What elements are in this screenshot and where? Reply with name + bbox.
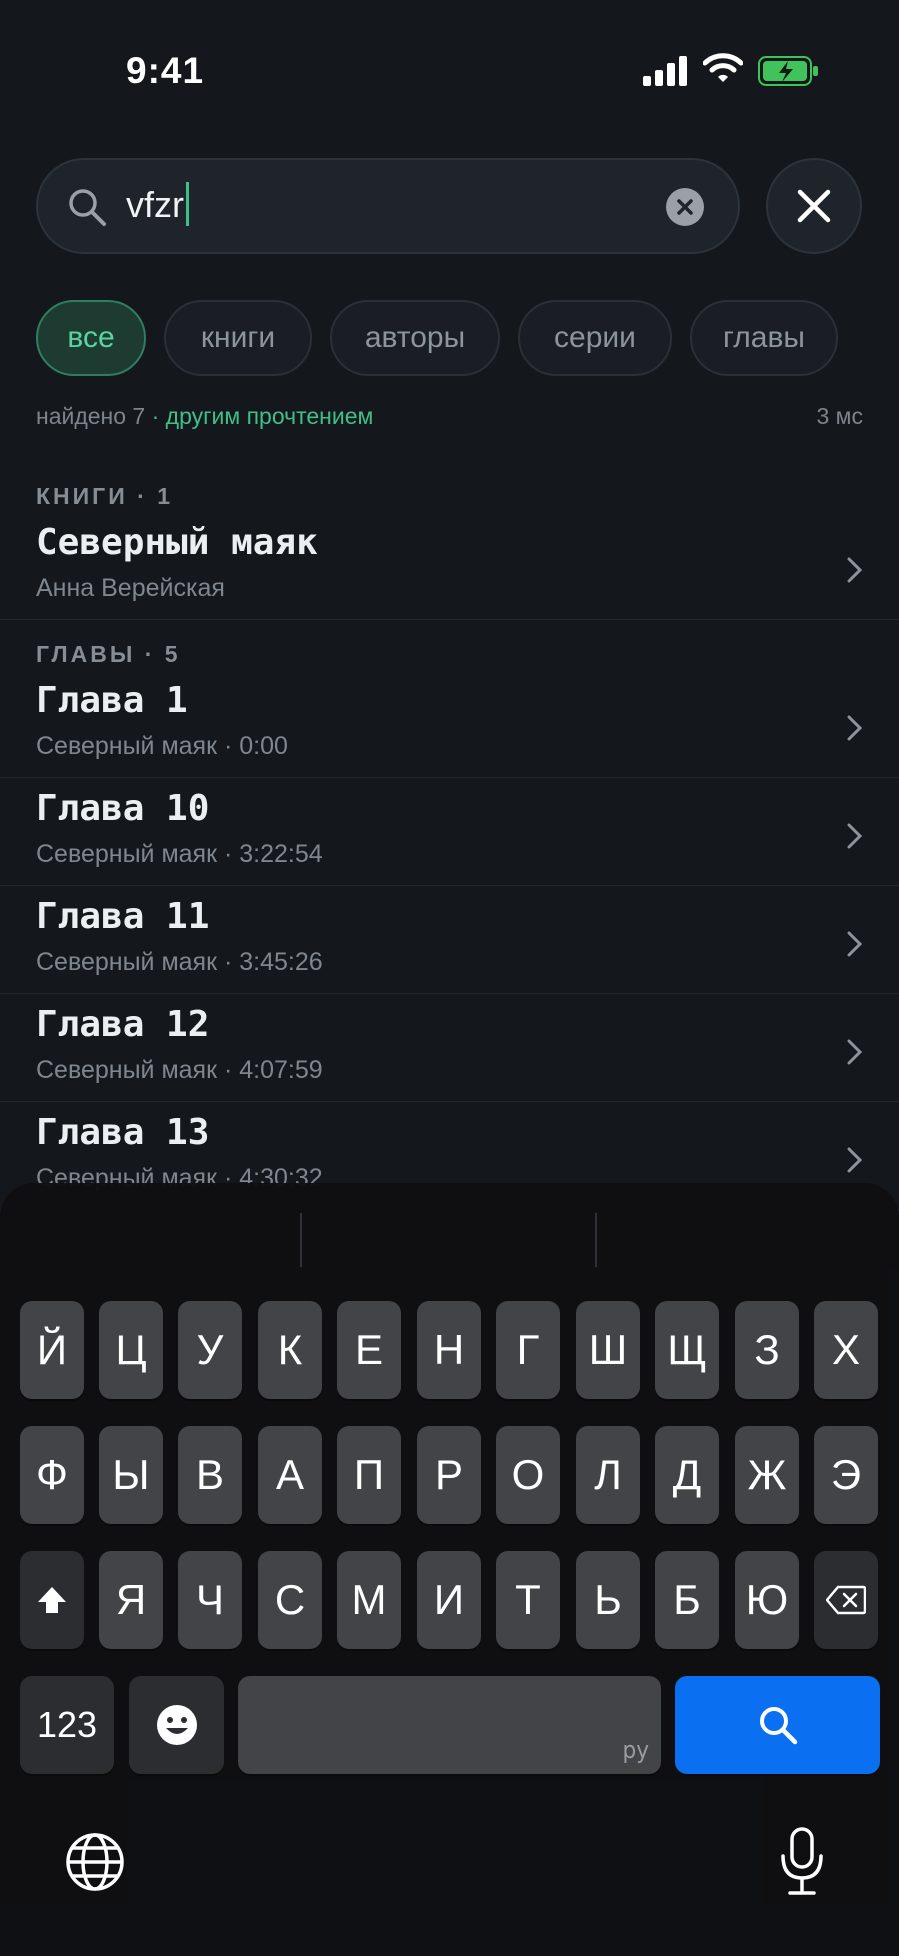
key[interactable]: Б — [655, 1551, 719, 1649]
filter-chip-series[interactable]: серии — [518, 300, 672, 376]
key[interactable]: Й — [20, 1301, 84, 1399]
close-icon — [797, 189, 831, 223]
result-row[interactable]: Глава 12 Северный маяк · 4:07:59 — [0, 994, 899, 1102]
result-title: Глава 10 — [36, 788, 210, 829]
key[interactable]: И — [417, 1551, 481, 1649]
backspace-key[interactable] — [814, 1551, 878, 1649]
key[interactable]: Н — [417, 1301, 481, 1399]
status-bar: 9:41 — [0, 0, 899, 140]
key[interactable]: Ш — [576, 1301, 640, 1399]
emoji-icon — [156, 1705, 197, 1745]
alt-reading-link[interactable]: · другим прочтением — [145, 403, 374, 429]
clear-circle-icon[interactable] — [666, 188, 704, 226]
search-icon — [759, 1707, 797, 1745]
key[interactable]: С — [258, 1551, 322, 1649]
key[interactable]: В — [178, 1426, 242, 1524]
key[interactable]: Ю — [735, 1551, 799, 1649]
key[interactable]: О — [496, 1426, 560, 1524]
keyboard: Й Ц У К Е Н Г Ш Щ З Х Ф Ы В А П Р О Л Д … — [0, 1183, 899, 1956]
result-title: Глава 13 — [36, 1112, 210, 1153]
key[interactable]: Щ — [655, 1301, 719, 1399]
text-caret — [186, 182, 189, 226]
chevron-right-icon — [847, 557, 863, 583]
result-row[interactable]: Глава 1 Северный маяк · 0:00 — [0, 670, 899, 778]
key[interactable]: З — [735, 1301, 799, 1399]
search-input[interactable]: vfzr — [126, 182, 189, 226]
key[interactable]: Х — [814, 1301, 878, 1399]
result-subtitle: Северный маяк · 3:22:54 — [36, 840, 323, 868]
shift-icon — [38, 1587, 66, 1613]
search-duration: 3 мс — [816, 403, 864, 429]
key[interactable]: К — [258, 1301, 322, 1399]
key[interactable]: М — [337, 1551, 401, 1649]
result-title: Глава 11 — [36, 896, 210, 937]
key[interactable]: Ч — [178, 1551, 242, 1649]
filter-chip-chapters[interactable]: главы — [690, 300, 838, 376]
signal-icon — [643, 56, 687, 86]
key[interactable]: Я — [99, 1551, 163, 1649]
results-meta: найдено 7 · другим прочтением 3 мс — [36, 403, 863, 430]
key[interactable]: Т — [496, 1551, 560, 1649]
result-subtitle: Северный маяк · 3:45:26 — [36, 948, 323, 976]
key[interactable]: Е — [337, 1301, 401, 1399]
search-field[interactable]: vfzr — [36, 158, 740, 254]
chevron-right-icon — [847, 1147, 863, 1173]
key[interactable]: Ж — [735, 1426, 799, 1524]
filter-chip-books[interactable]: книги — [164, 300, 312, 376]
result-title: Глава 1 — [36, 680, 188, 721]
key[interactable]: Э — [814, 1426, 878, 1524]
suggestion-divider — [300, 1213, 302, 1267]
chevron-right-icon — [847, 823, 863, 849]
result-row[interactable]: Северный маяк Анна Верейская — [0, 512, 899, 620]
key[interactable]: Ц — [99, 1301, 163, 1399]
battery-charging-icon — [758, 56, 818, 86]
close-search-button[interactable] — [766, 158, 862, 254]
result-subtitle: Северный маяк · 4:07:59 — [36, 1056, 323, 1084]
key[interactable]: Д — [655, 1426, 719, 1524]
chevron-right-icon — [847, 1039, 863, 1065]
section-header-chapters: ГЛАВЫ · 5 — [36, 641, 181, 667]
space-key[interactable]: ру — [238, 1676, 661, 1774]
globe-icon[interactable] — [64, 1831, 126, 1893]
section-header-books: КНИГИ · 1 — [36, 483, 173, 509]
results-count: найдено 7 — [36, 403, 146, 429]
chevron-right-icon — [847, 715, 863, 741]
key[interactable]: Ь — [576, 1551, 640, 1649]
key[interactable]: Л — [576, 1426, 640, 1524]
filter-chip-authors[interactable]: авторы — [330, 300, 500, 376]
result-subtitle: Анна Верейская — [36, 574, 225, 602]
shift-key[interactable] — [20, 1551, 84, 1649]
key[interactable]: Ы — [99, 1426, 163, 1524]
result-row[interactable]: Глава 11 Северный маяк · 3:45:26 — [0, 886, 899, 994]
numbers-key[interactable]: 123 — [20, 1676, 114, 1774]
emoji-key[interactable] — [129, 1676, 224, 1774]
key[interactable]: Г — [496, 1301, 560, 1399]
search-query-text: vfzr — [126, 184, 184, 225]
key[interactable]: Р — [417, 1426, 481, 1524]
result-title: Северный маяк — [36, 522, 318, 563]
result-row[interactable]: Глава 10 Северный маяк · 3:22:54 — [0, 778, 899, 886]
filter-chip-all[interactable]: все — [36, 300, 146, 376]
space-language-label: ру — [622, 1736, 649, 1764]
suggestion-divider — [595, 1213, 597, 1267]
wifi-icon — [703, 53, 743, 82]
key[interactable]: П — [337, 1426, 401, 1524]
key[interactable]: Ф — [20, 1426, 84, 1524]
search-key[interactable] — [675, 1676, 880, 1774]
status-time: 9:41 — [126, 50, 205, 91]
filter-chips: все книги авторы серии главы — [36, 300, 838, 376]
result-title: Глава 12 — [36, 1004, 210, 1045]
key[interactable]: У — [178, 1301, 242, 1399]
key[interactable]: А — [258, 1426, 322, 1524]
backspace-icon — [826, 1585, 866, 1615]
chevron-right-icon — [847, 931, 863, 957]
microphone-icon[interactable] — [778, 1826, 826, 1898]
search-icon — [69, 189, 106, 226]
result-subtitle: Северный маяк · 0:00 — [36, 732, 288, 760]
